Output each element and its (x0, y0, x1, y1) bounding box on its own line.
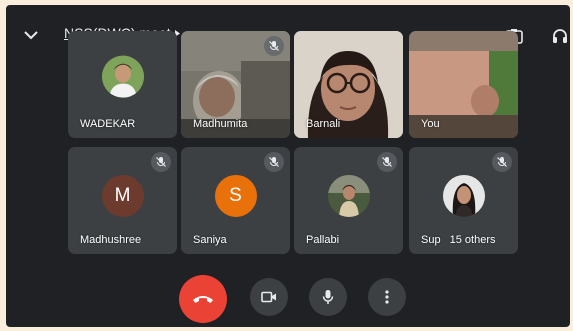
participant-tile[interactable]: M Madhushree (68, 147, 177, 254)
headphones-icon[interactable] (549, 25, 570, 47)
participant-tile[interactable]: Madhumita (181, 31, 290, 138)
camera-toggle-button[interactable] (250, 278, 288, 316)
mic-off-icon (264, 36, 284, 56)
end-call-button[interactable] (179, 275, 227, 323)
mic-off-icon (151, 152, 171, 172)
participant-tile[interactable]: You (409, 31, 518, 138)
microphone-icon (322, 290, 334, 304)
participant-tile-overflow[interactable]: Sup 15 others (409, 147, 518, 254)
participant-tile[interactable]: S Saniya (181, 147, 290, 254)
participant-name: Barnali (306, 118, 341, 130)
mic-off-icon (377, 152, 397, 172)
participant-name: Saniya (193, 234, 227, 246)
phone-hangup-icon (193, 296, 213, 303)
mic-off-icon (492, 152, 512, 172)
avatar (101, 55, 144, 98)
others-count: 15 others (449, 234, 496, 246)
participant-name: You (421, 118, 440, 130)
avatar (327, 174, 370, 217)
participant-name-text: Sup (421, 234, 441, 246)
video-camera-icon (261, 291, 276, 303)
meet-call-window: NSS(DWC) meet (6, 5, 570, 327)
participant-name: WADEKAR (80, 118, 136, 130)
mic-off-icon (264, 152, 284, 172)
participant-tile[interactable]: Pallabi (294, 147, 403, 254)
participant-name: Pallabi (306, 234, 340, 246)
avatar (442, 174, 485, 217)
participant-name: Madhumita (193, 118, 248, 130)
participant-name: Sup 15 others (421, 234, 496, 246)
mic-toggle-button[interactable] (309, 278, 347, 316)
more-options-button[interactable] (368, 278, 406, 316)
participant-name: Madhushree (80, 234, 142, 246)
avatar: S (214, 174, 257, 217)
avatar: M (101, 174, 144, 217)
participant-tile[interactable]: Barnali (294, 31, 403, 138)
more-vertical-icon (385, 290, 389, 304)
participant-tile[interactable]: WADEKAR (68, 31, 177, 138)
chevron-down-icon[interactable] (20, 25, 42, 45)
